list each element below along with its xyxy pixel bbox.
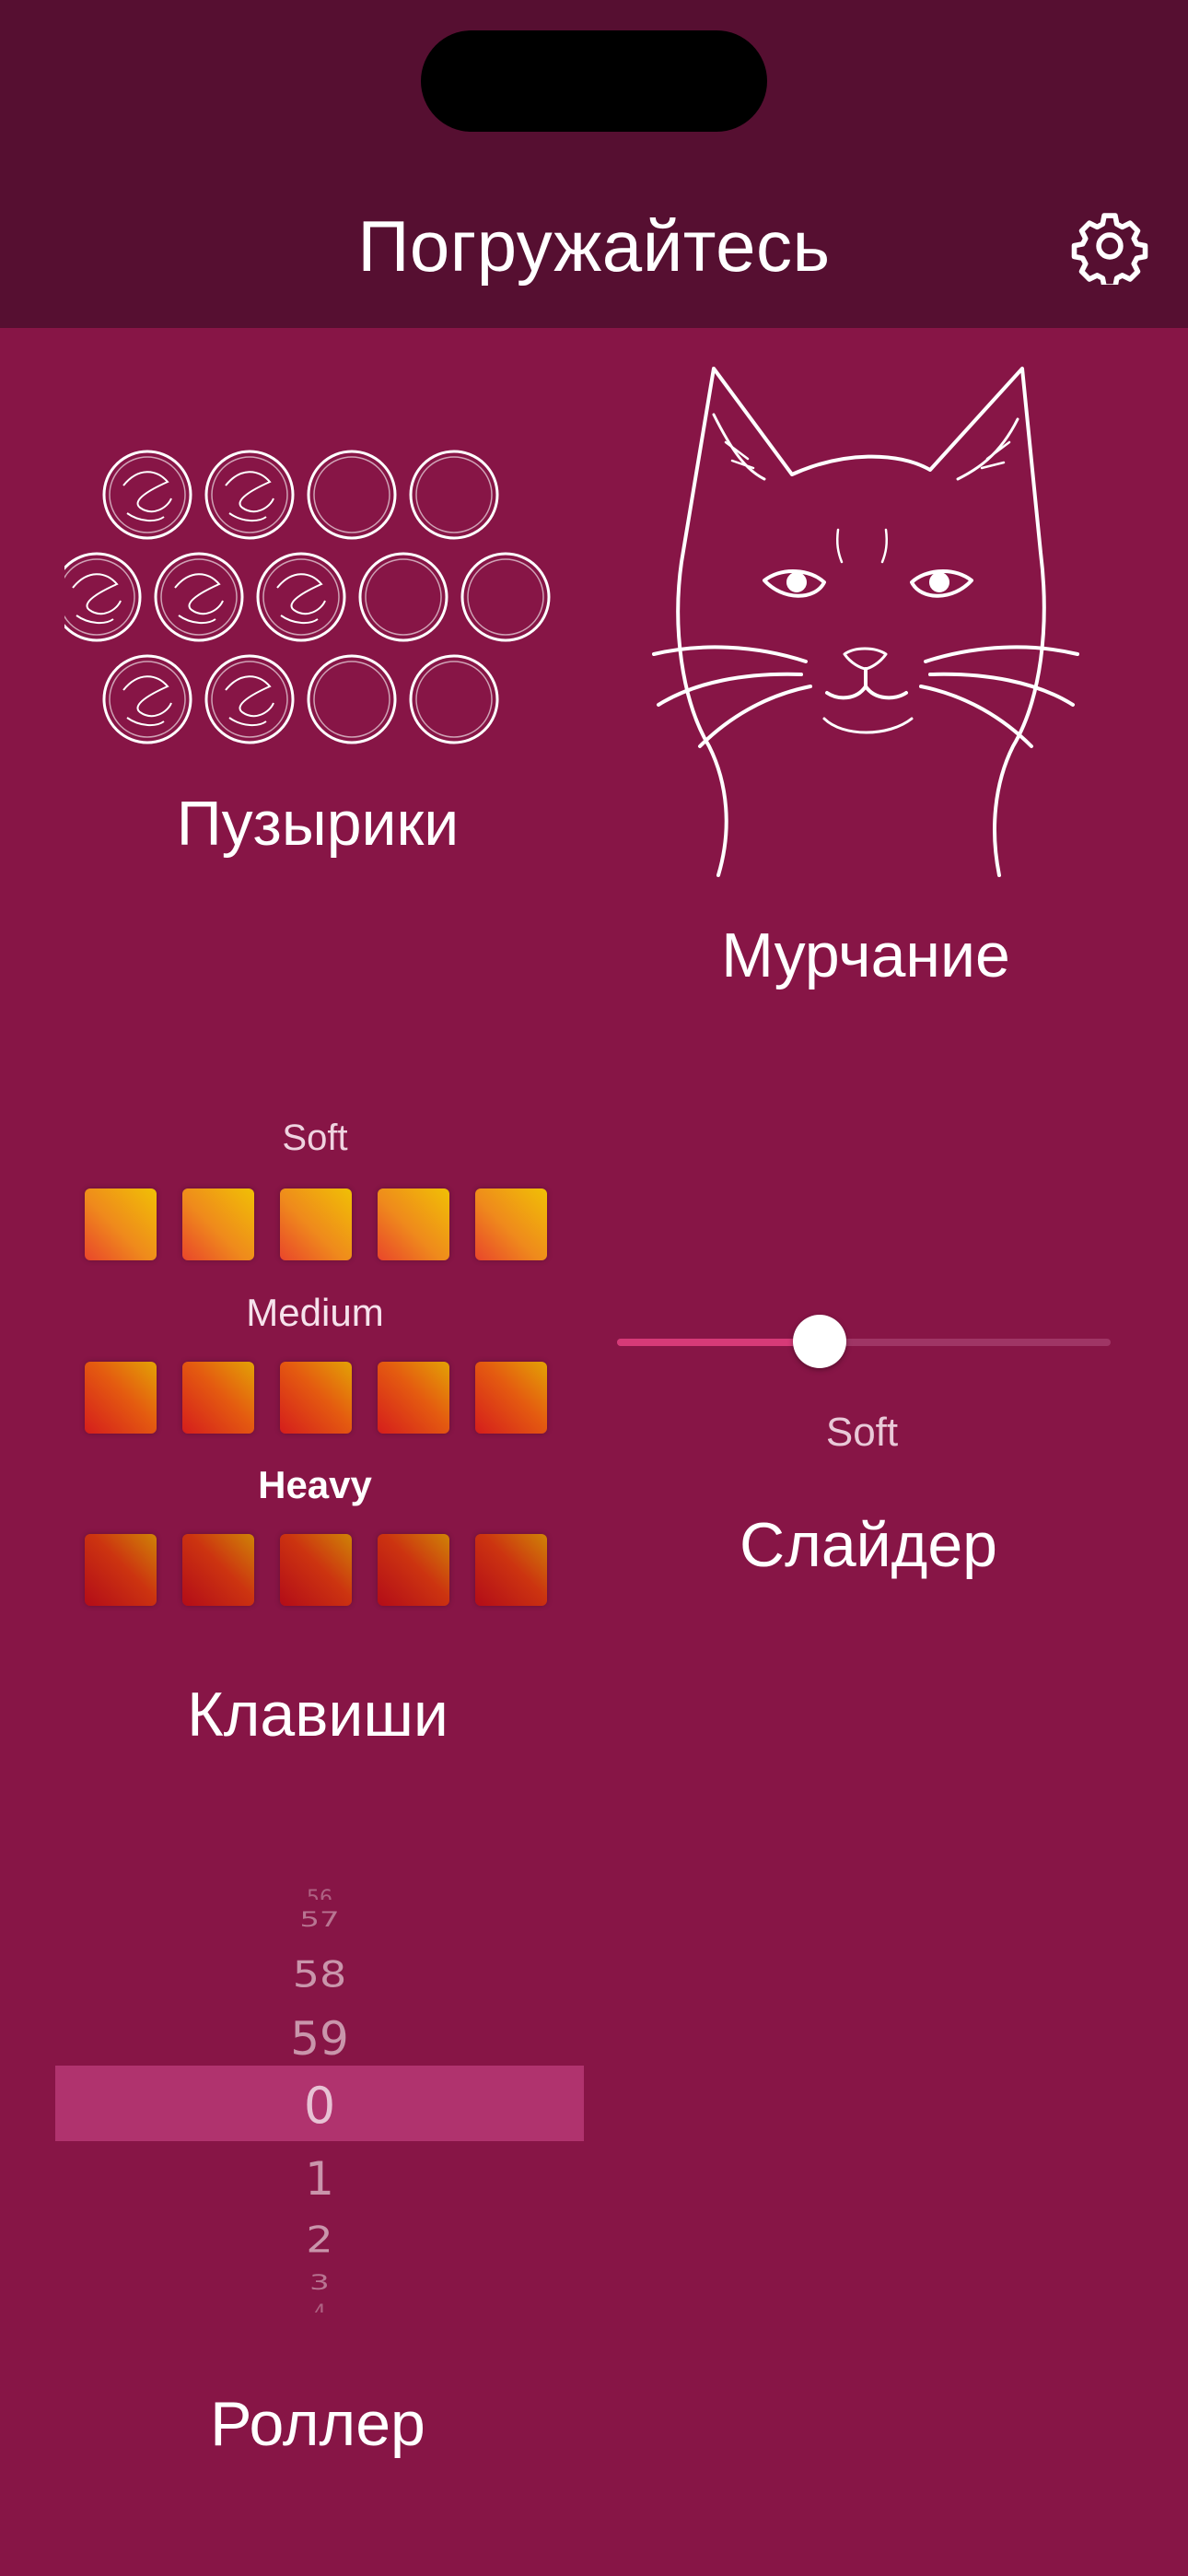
app-header: Погружайтесь bbox=[0, 0, 1188, 328]
keys-heavy-label: Heavy bbox=[258, 1463, 372, 1506]
gear-icon[interactable] bbox=[1071, 207, 1148, 289]
dynamic-island bbox=[421, 30, 767, 132]
heavy-key[interactable] bbox=[378, 1534, 449, 1606]
bubbles-label[interactable]: Пузырики bbox=[83, 788, 553, 860]
heavy-key[interactable] bbox=[280, 1534, 352, 1606]
keys-medium-row bbox=[85, 1362, 547, 1434]
roller-item: 57 bbox=[299, 1908, 340, 1932]
heavy-key[interactable] bbox=[85, 1534, 157, 1606]
bubble[interactable] bbox=[52, 552, 142, 642]
keys-label[interactable]: Клавиши bbox=[83, 1679, 553, 1751]
bubbles-tile-icon[interactable] bbox=[52, 442, 580, 755]
medium-key[interactable] bbox=[475, 1362, 547, 1434]
slider-value-label: Soft bbox=[825, 1410, 899, 1455]
roller-picker[interactable]: 56 57 58 59 0 1 2 3 4 bbox=[55, 1879, 584, 2322]
roller-item: 4 bbox=[55, 2301, 584, 2313]
medium-key[interactable] bbox=[280, 1362, 352, 1434]
keys-heavy-row bbox=[85, 1534, 547, 1606]
soft-key[interactable] bbox=[475, 1188, 547, 1260]
heavy-key[interactable] bbox=[475, 1534, 547, 1606]
roller-item: 56 bbox=[307, 1887, 332, 1900]
bubble[interactable] bbox=[204, 450, 295, 540]
roller-item: 59 bbox=[290, 2012, 349, 2066]
bubble[interactable] bbox=[409, 654, 499, 744]
soft-key[interactable] bbox=[85, 1188, 157, 1260]
page-title: Погружайтесь bbox=[357, 205, 831, 287]
heavy-key[interactable] bbox=[182, 1534, 254, 1606]
bubble[interactable] bbox=[204, 654, 295, 744]
bubble[interactable] bbox=[102, 450, 192, 540]
soft-key[interactable] bbox=[182, 1188, 254, 1260]
soft-key[interactable] bbox=[280, 1188, 352, 1260]
bubble[interactable] bbox=[409, 450, 499, 540]
bubble[interactable] bbox=[256, 552, 346, 642]
soft-key[interactable] bbox=[378, 1188, 449, 1260]
roller-item: 3 bbox=[309, 2271, 330, 2295]
keys-soft-row bbox=[85, 1188, 547, 1260]
bubble[interactable] bbox=[358, 552, 448, 642]
keys-medium-label: Medium bbox=[246, 1291, 384, 1334]
bubble[interactable] bbox=[307, 654, 397, 744]
medium-key[interactable] bbox=[85, 1362, 157, 1434]
roller-selected-item: 0 bbox=[303, 2077, 336, 2135]
bubble[interactable] bbox=[460, 552, 551, 642]
slider-fill bbox=[617, 1339, 820, 1346]
bubble[interactable] bbox=[307, 450, 397, 540]
slider-thumb[interactable] bbox=[792, 1315, 846, 1368]
purr-label[interactable]: Мурчание bbox=[645, 919, 1087, 991]
keys-soft-label: Soft bbox=[282, 1118, 348, 1158]
medium-key[interactable] bbox=[182, 1362, 254, 1434]
roller-item: 58 bbox=[292, 1953, 347, 1996]
roller-label[interactable]: Роллер bbox=[83, 2388, 553, 2460]
bubble[interactable] bbox=[102, 654, 192, 744]
roller-item: 2 bbox=[306, 2219, 333, 2261]
bubble[interactable] bbox=[154, 552, 244, 642]
medium-key[interactable] bbox=[378, 1362, 449, 1434]
slider-label[interactable]: Слайдер bbox=[645, 1509, 1092, 1581]
roller-item: 1 bbox=[305, 2152, 334, 2206]
cat-icon[interactable] bbox=[645, 350, 1087, 903]
